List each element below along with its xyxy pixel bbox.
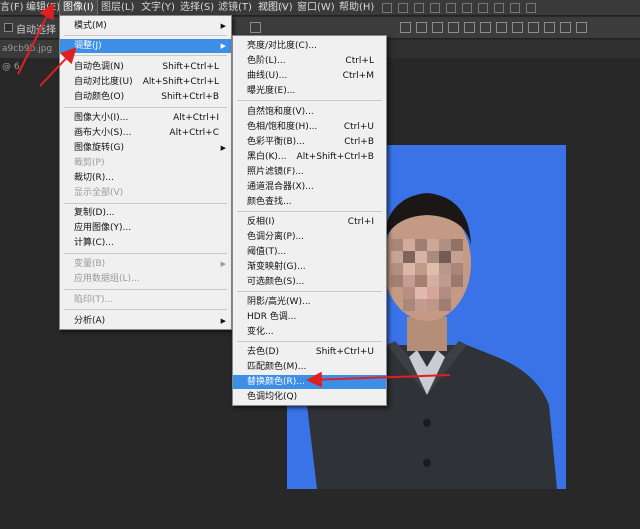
menu-item-crop: 裁剪(P) [74, 158, 105, 168]
menu-item-auto-contrast[interactable]: 自动对比度(U) Alt+Shift+Ctrl+L [60, 75, 231, 89]
menu-item-match-color[interactable]: 匹配颜色(M)... [233, 360, 386, 374]
distribute-icon[interactable] [464, 22, 475, 33]
menu-item-variations[interactable]: 变化... [233, 325, 386, 339]
menu-item-apply-data-set: 应用数据组(L)... [74, 274, 140, 284]
auto-select-checkbox[interactable] [4, 23, 13, 32]
menu-item-invert[interactable]: 反相(I) Ctrl+I [233, 215, 386, 229]
transform-icon[interactable] [250, 22, 261, 33]
distribute-icon[interactable] [400, 22, 411, 33]
submenu-arrow-icon: ▶ [220, 42, 226, 50]
menu-item-analysis[interactable]: 分析(A) ▶ [60, 314, 231, 328]
distribute-icon[interactable] [432, 22, 443, 33]
menu-item-auto-tone[interactable]: 自动色调(N) Shift+Ctrl+L [60, 60, 231, 74]
menu-item-color-balance[interactable]: 色彩平衡(B)... Ctrl+B [233, 135, 386, 149]
menu-item-brightness-contrast[interactable]: 亮度/对比度(C)... [233, 39, 386, 53]
menu-separator [237, 291, 382, 292]
menu-item-equalize[interactable]: 色调均化(Q) [233, 390, 386, 404]
distribute-icon[interactable] [448, 22, 459, 33]
menu-item-duplicate[interactable]: 复制(D)... [60, 206, 231, 220]
menu-bar: 言(F) 编辑(E) 图像(I) 图层(L) 文字(Y) 选择(S) 滤镜(T)… [0, 0, 640, 16]
menu-item-threshold[interactable]: 阈值(T)... [233, 245, 386, 259]
submenu-arrow-icon: ▶ [220, 144, 226, 152]
menu-item-reveal-all: 显示全部(V) [74, 188, 124, 198]
align-icon[interactable] [382, 3, 392, 13]
menu-separator [237, 100, 382, 101]
menu-item-vibrance[interactable]: 自然饱和度(V)... [233, 105, 386, 119]
distribute-icon[interactable] [576, 22, 587, 33]
menu-separator [237, 211, 382, 212]
distribute-icon[interactable] [544, 22, 555, 33]
menu-item-desaturate[interactable]: 去色(D) Shift+Ctrl+U [233, 345, 386, 359]
menu-item-trap: 陷印(T)... [74, 295, 114, 305]
distribute-icon[interactable] [496, 22, 507, 33]
menu-select[interactable]: 选择(S) [180, 0, 214, 16]
menu-item-image-size[interactable]: 图像大小(I)... Alt+Ctrl+I [60, 111, 231, 125]
menu-item-calculations[interactable]: 计算(C)... [60, 236, 231, 250]
menu-file[interactable]: 言(F) [0, 0, 24, 16]
align-icon[interactable] [526, 3, 536, 13]
menu-item-photo-filter[interactable]: 照片滤镜(F)... [233, 165, 386, 179]
menu-separator [64, 203, 227, 204]
menu-item-channel-mixer[interactable]: 通道混合器(X)... [233, 180, 386, 194]
menu-item-selective-color[interactable]: 可选颜色(S)... [233, 275, 386, 289]
menu-item-canvas-size[interactable]: 画布大小(S)... Alt+Ctrl+C [60, 126, 231, 140]
menu-item-shadows-highlights[interactable]: 阴影/高光(W)... [233, 295, 386, 309]
image-menu: 模式(M) ▶ 调整(J) ▶ 自动色调(N) Shift+Ctrl+L 自动对比度(… [59, 15, 232, 330]
submenu-arrow-icon: ▶ [220, 260, 226, 268]
align-icon[interactable] [398, 3, 408, 13]
menu-item-image-rotation[interactable]: 图像旋转(G) ▶ [60, 141, 231, 155]
adjustments-submenu: 亮度/对比度(C)... 色阶(L)... Ctrl+L 曲线(U)... Ctrl… [232, 35, 387, 406]
distribute-icon[interactable] [512, 22, 523, 33]
auto-select-label: 自动选择 [16, 25, 56, 36]
menu-item-replace-color[interactable]: 替换颜色(R)... [233, 375, 386, 389]
distribute-icon[interactable] [480, 22, 491, 33]
menu-item-variables: 变量(B) ▶ [74, 259, 226, 269]
menu-separator [64, 309, 227, 310]
submenu-arrow-icon: ▶ [220, 317, 226, 325]
menu-type[interactable]: 文字(Y) [141, 0, 175, 16]
menu-item-trim[interactable]: 裁切(R)... [60, 171, 231, 185]
submenu-arrow-icon: ▶ [220, 22, 226, 30]
align-icon[interactable] [414, 3, 424, 13]
menu-item-auto-color[interactable]: 自动颜色(O) Shift+Ctrl+B [60, 90, 231, 104]
menu-view[interactable]: 视图(V) [258, 0, 293, 16]
menu-separator [64, 107, 227, 108]
menu-image[interactable]: 图像(I) [59, 0, 98, 16]
menu-separator [64, 253, 227, 254]
align-icon[interactable] [430, 3, 440, 13]
menu-window[interactable]: 窗口(W) [297, 0, 335, 16]
menu-item-gradient-map[interactable]: 渐变映射(G)... [233, 260, 386, 274]
menu-item-hdr-toning[interactable]: HDR 色调... [233, 310, 386, 324]
align-icon[interactable] [446, 3, 456, 13]
menu-item-color-lookup[interactable]: 颜色查找... [233, 195, 386, 209]
menu-item-mode[interactable]: 模式(M) ▶ [60, 19, 231, 33]
menu-edit[interactable]: 编辑(E) [26, 0, 60, 16]
menu-item-levels[interactable]: 色阶(L)... Ctrl+L [233, 54, 386, 68]
align-icon[interactable] [494, 3, 504, 13]
distribute-icon[interactable] [560, 22, 571, 33]
menu-item-apply-image[interactable]: 应用图像(Y)... [60, 221, 231, 235]
align-icon[interactable] [478, 3, 488, 13]
menu-layer[interactable]: 图层(L) [101, 0, 134, 16]
menu-separator [64, 289, 227, 290]
align-icon[interactable] [462, 3, 472, 13]
menu-separator [237, 341, 382, 342]
menu-item-exposure[interactable]: 曝光度(E)... [233, 84, 386, 98]
menu-help[interactable]: 帮助(H) [339, 0, 374, 16]
menu-item-adjustments[interactable]: 调整(J) ▶ [60, 39, 231, 53]
distribute-icon[interactable] [416, 22, 427, 33]
align-icon[interactable] [510, 3, 520, 13]
menu-item-curves[interactable]: 曲线(U)... Ctrl+M [233, 69, 386, 83]
distribute-icon[interactable] [528, 22, 539, 33]
document-tab[interactable]: a9cb9b.jpg @ 6 [0, 40, 60, 72]
menu-filter[interactable]: 滤镜(T) [218, 0, 252, 16]
menu-item-black-white[interactable]: 黑白(K)... Alt+Shift+Ctrl+B [233, 150, 386, 164]
menu-item-hue-saturation[interactable]: 色相/饱和度(H)... Ctrl+U [233, 120, 386, 134]
menu-separator [64, 55, 227, 56]
menu-item-posterize[interactable]: 色调分离(P)... [233, 230, 386, 244]
menu-separator [64, 35, 227, 36]
